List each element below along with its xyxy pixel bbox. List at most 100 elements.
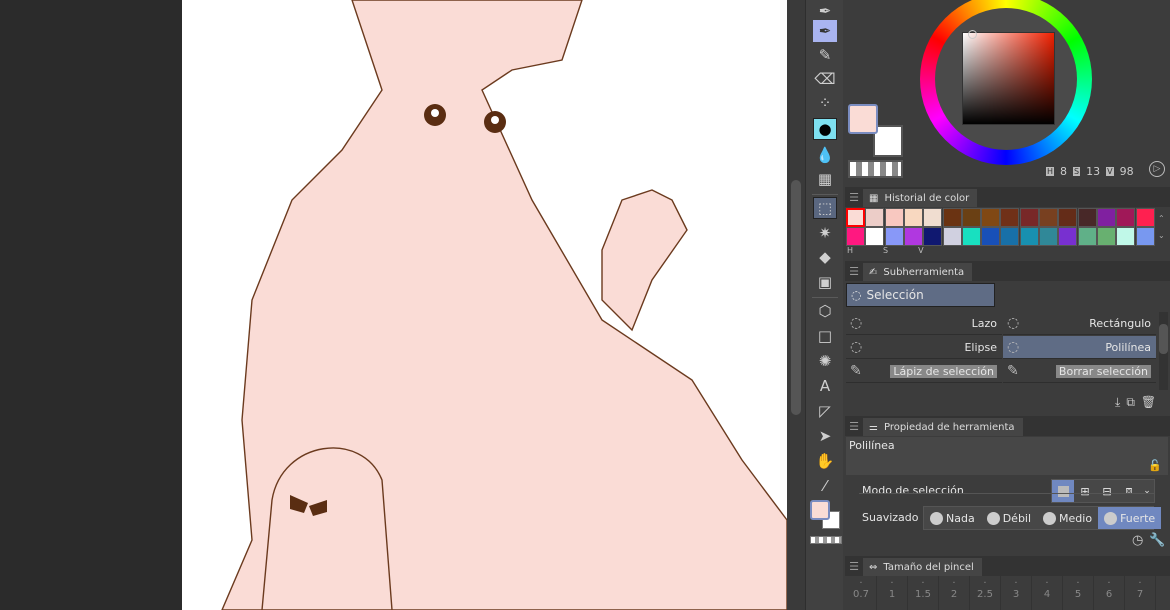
blend-icon[interactable]: 💧 <box>813 144 837 166</box>
brush-size-preset[interactable]: · 5 <box>1063 576 1094 610</box>
wrench-icon[interactable]: 🔧 <box>1149 533 1165 548</box>
chevron-down-icon[interactable]: ⌄ <box>1140 486 1154 496</box>
subtool-item[interactable]: ✎ Lápiz de selección <box>846 360 1002 383</box>
canvas-vertical-scrollbar[interactable] <box>787 0 805 610</box>
main-color-swatch[interactable] <box>810 500 830 520</box>
color-history-swatch[interactable] <box>846 227 865 246</box>
menu-icon[interactable]: ☰ <box>845 560 863 573</box>
text-icon[interactable]: A <box>813 375 837 397</box>
color-history-swatch[interactable] <box>1135 208 1155 227</box>
color-history-swatch[interactable] <box>942 227 962 246</box>
menu-icon[interactable]: ☰ <box>845 420 863 433</box>
color-history-swatch[interactable] <box>1000 227 1020 246</box>
hand-icon[interactable]: ✋ <box>813 450 837 472</box>
menu-icon[interactable]: ☰ <box>845 191 863 204</box>
smoothing-option-fuerte[interactable]: Fuerte <box>1098 507 1162 529</box>
scrollbar-thumb[interactable] <box>791 180 801 415</box>
color-history-swatch[interactable] <box>981 208 1001 227</box>
color-history-swatch[interactable] <box>1135 227 1155 246</box>
eyedropper-icon[interactable]: ⁄ <box>813 475 837 497</box>
airbrush-icon[interactable]: ⁘ <box>813 92 837 114</box>
brush-size-preset[interactable]: · 0.7 <box>846 576 877 610</box>
saturation-value-square[interactable] <box>962 30 1055 125</box>
color-history-swatch[interactable] <box>923 208 943 227</box>
lock-icon[interactable]: 🔓 <box>1148 459 1162 472</box>
ruler-icon[interactable]: ◸ <box>813 400 837 422</box>
brush-size-preset[interactable]: · 7 <box>1125 576 1156 610</box>
intersect-selection-icon[interactable]: ⧈ <box>1118 484 1140 498</box>
smoothing-option-débil[interactable]: Débil <box>981 507 1037 529</box>
operation-icon[interactable]: ➤ <box>813 425 837 447</box>
color-history-swatch[interactable] <box>1019 227 1039 246</box>
color-history-swatch[interactable] <box>1058 227 1078 246</box>
subtract-selection-icon[interactable]: ⊟ <box>1096 485 1118 498</box>
transparent-color[interactable] <box>848 160 903 178</box>
brush-size-preset[interactable]: · 4 <box>1032 576 1063 610</box>
color-history-swatch[interactable] <box>1000 208 1020 227</box>
transparent-swatch[interactable] <box>810 536 842 544</box>
color-history-swatch[interactable] <box>923 227 943 246</box>
brush-size-preset[interactable]: · 3 <box>1001 576 1032 610</box>
color-history-swatch[interactable] <box>884 208 904 227</box>
trash-icon[interactable]: 🗑 <box>1141 395 1156 410</box>
color-history-swatch[interactable] <box>961 208 981 227</box>
menu-icon[interactable]: ☰ <box>845 265 863 278</box>
main-color[interactable] <box>848 104 878 134</box>
subtool-item[interactable]: ◌ Lazo <box>846 312 1002 335</box>
effect-lines-icon[interactable]: ✺ <box>813 350 837 372</box>
selection-tool-icon[interactable]: ⬚ <box>813 197 837 219</box>
timer-icon[interactable]: ◷ <box>1132 533 1143 548</box>
color-history-swatch[interactable] <box>1116 208 1136 227</box>
magic-wand-icon[interactable]: ✷ <box>813 222 837 244</box>
subtool-item[interactable]: ◌ Polilínea <box>1003 336 1156 359</box>
color-history-swatch[interactable] <box>865 227 885 246</box>
brush-size-preset[interactable]: · 1.5 <box>908 576 939 610</box>
subtool-item[interactable]: ◌ Elipse <box>846 336 1002 359</box>
new-selection-icon[interactable] <box>1052 480 1074 502</box>
color-history-swatch[interactable] <box>1077 227 1097 246</box>
color-history-swatch[interactable] <box>865 208 885 227</box>
color-history-swatch[interactable] <box>1116 227 1136 246</box>
frame-icon[interactable]: □ <box>813 325 837 347</box>
subtool-item[interactable]: ◌ Rectángulo <box>1003 312 1156 335</box>
color-history-swatch[interactable] <box>884 227 904 246</box>
color-history-swatch[interactable] <box>903 208 923 227</box>
color-history-swatch[interactable] <box>1039 227 1058 246</box>
color-history-swatch[interactable] <box>1096 227 1116 246</box>
color-history-swatch[interactable] <box>961 227 981 246</box>
brush-size-preset[interactable]: · 2.5 <box>970 576 1001 610</box>
grid-icon[interactable]: ▦ <box>813 168 837 190</box>
subtool-scrollbar[interactable] <box>1159 312 1168 390</box>
history-scroll[interactable]: ⌃ ⌄ <box>1158 210 1168 244</box>
color-history-swatch[interactable] <box>903 227 923 246</box>
pen-active-icon[interactable]: ✒ <box>813 20 837 42</box>
color-history-swatch[interactable] <box>1077 208 1097 227</box>
decoration-icon[interactable]: ● <box>813 118 837 140</box>
color-history-swatch[interactable] <box>1096 208 1116 227</box>
tab-brush-size[interactable]: ⇔ Tamaño del pincel <box>863 558 982 576</box>
smoothing-option-medio[interactable]: Medio <box>1037 507 1098 529</box>
duplicate-icon[interactable]: ⧉ <box>1126 395 1135 410</box>
eraser-icon[interactable]: ⌫ <box>813 68 837 90</box>
gradient-icon[interactable]: ▣ <box>813 271 837 293</box>
smoothing-option-nada[interactable]: Nada <box>924 507 981 529</box>
pen-tool-icon[interactable]: ✒ <box>813 0 837 22</box>
tab-subtool[interactable]: ✍ Subherramienta <box>863 263 973 281</box>
color-history-swatch[interactable] <box>846 208 865 227</box>
marker-icon[interactable]: ✎ <box>813 44 837 66</box>
color-history-swatch[interactable] <box>1058 208 1078 227</box>
copy-subtool-icon[interactable]: ⤓ <box>1115 395 1120 410</box>
add-selection-icon[interactable]: ⊞ <box>1074 485 1096 498</box>
color-history-swatch[interactable] <box>1019 208 1039 227</box>
subtool-item[interactable]: ✎ Borrar selección <box>1003 360 1156 383</box>
tab-tool-property[interactable]: ⚌ Propiedad de herramienta <box>863 418 1023 436</box>
tab-color-history[interactable]: ▦ Historial de color <box>863 189 978 207</box>
drawing-canvas[interactable] <box>182 0 787 610</box>
brush-size-preset[interactable]: · 1 <box>877 576 908 610</box>
brush-size-preset[interactable]: · 6 <box>1094 576 1125 610</box>
subtool-group-selection[interactable]: ◌ Selección <box>846 283 995 307</box>
color-history-swatch[interactable] <box>1039 208 1058 227</box>
brush-size-preset[interactable]: · 2 <box>939 576 970 610</box>
fill-icon[interactable]: ◆ <box>813 246 837 268</box>
color-history-swatch[interactable] <box>942 208 962 227</box>
